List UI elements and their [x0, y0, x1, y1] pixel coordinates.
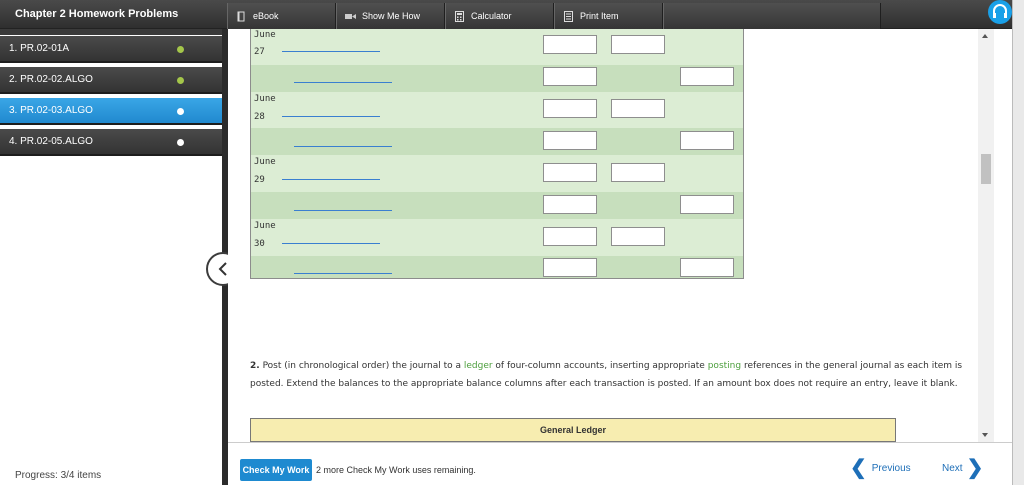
- journal-table: June 27 June 28 June 29 June 30: [250, 29, 744, 279]
- print-item-label: Print Item: [580, 11, 619, 21]
- toolbar: eBook Show Me How Calculator Print Item: [227, 3, 881, 29]
- scroll-up-icon[interactable]: [982, 34, 988, 38]
- journal-credit-row: [251, 65, 743, 92]
- print-item-button[interactable]: Print Item: [554, 3, 663, 29]
- date-month: June: [254, 94, 276, 104]
- date-month: June: [254, 157, 276, 167]
- calculator-label: Calculator: [471, 11, 512, 21]
- sidebar-item-label: 4. PR.02-05.ALGO: [9, 136, 93, 147]
- credit-amount-input[interactable]: [543, 258, 597, 277]
- date-day: 27: [254, 47, 265, 57]
- remaining-uses-text: 2 more Check My Work uses remaining.: [316, 465, 476, 475]
- book-icon: [237, 11, 245, 21]
- credit-amount-input[interactable]: [680, 131, 734, 150]
- account-title-field[interactable]: [294, 273, 392, 274]
- date-day: 28: [254, 112, 265, 122]
- journal-credit-row: [251, 128, 743, 155]
- chevron-left-icon: ❮: [850, 457, 867, 479]
- sidebar-item-label: 3. PR.02-03.ALGO: [9, 105, 93, 116]
- sidebar-item-pr-02-05-algo[interactable]: 4. PR.02-05.ALGO: [0, 129, 222, 156]
- sidebar-item-pr-02-02-algo[interactable]: 2. PR.02-02.ALGO: [0, 67, 222, 94]
- sidebar-strip: [0, 29, 224, 35]
- credit-amount-input[interactable]: [543, 195, 597, 214]
- debit-amount-input[interactable]: [611, 163, 665, 182]
- main-content: June 27 June 28 June 29 June 30 2. Post …: [228, 29, 1000, 442]
- previous-label: Previous: [871, 462, 911, 474]
- journal-debit-row: June 30: [251, 219, 743, 256]
- chevron-right-icon: ❯: [966, 457, 984, 479]
- debit-amount-input[interactable]: [543, 99, 597, 118]
- credit-amount-input[interactable]: [543, 131, 597, 150]
- previous-button[interactable]: ❮ Previous: [850, 457, 911, 479]
- pending-status-icon: [177, 139, 184, 146]
- account-title-field[interactable]: [294, 146, 392, 147]
- credit-amount-input[interactable]: [543, 67, 597, 86]
- next-label: Next: [942, 462, 963, 474]
- account-title-field[interactable]: [282, 116, 380, 117]
- question-instructions: 2. Post (in chronological order) the jou…: [250, 357, 978, 393]
- journal-credit-row: [251, 192, 743, 219]
- video-icon: [345, 13, 356, 19]
- account-title-field[interactable]: [282, 243, 380, 244]
- progress-text: Progress: 3/4 items: [15, 470, 102, 481]
- date-day: 30: [254, 239, 265, 249]
- current-status-icon: [177, 108, 184, 115]
- credit-amount-input[interactable]: [680, 195, 734, 214]
- debit-amount-input[interactable]: [543, 35, 597, 54]
- account-title-field[interactable]: [294, 82, 392, 83]
- calculator-button[interactable]: Calculator: [445, 3, 554, 29]
- footer-bar: Check My Work 2 more Check My Work uses …: [228, 442, 1012, 485]
- calculator-icon: [455, 10, 464, 22]
- ledger-glossary-link[interactable]: ledger: [464, 361, 493, 371]
- scroll-down-icon[interactable]: [982, 433, 988, 437]
- window-right-edge: [1012, 0, 1024, 485]
- print-icon: [564, 10, 573, 22]
- date-month: June: [254, 30, 276, 40]
- question-number: 2.: [250, 361, 260, 371]
- debit-amount-input[interactable]: [611, 99, 665, 118]
- ebook-button[interactable]: eBook: [227, 3, 336, 29]
- general-ledger-title: General Ledger: [539, 425, 607, 435]
- journal-debit-row: June 27: [251, 29, 743, 65]
- show-me-how-label: Show Me How: [362, 11, 421, 21]
- toolbar-spacer: [663, 3, 881, 29]
- journal-debit-row: June 29: [251, 155, 743, 192]
- debit-amount-input[interactable]: [543, 163, 597, 182]
- posting-glossary-link[interactable]: posting: [708, 361, 741, 371]
- account-title-field[interactable]: [282, 179, 380, 180]
- debit-amount-input[interactable]: [543, 227, 597, 246]
- credit-amount-input[interactable]: [680, 258, 734, 277]
- problem-sidebar: 1. PR.02-01A 2. PR.02-02.ALGO 3. PR.02-0…: [0, 29, 224, 485]
- debit-amount-input[interactable]: [611, 35, 665, 54]
- account-title-field[interactable]: [294, 210, 392, 211]
- date-day: 29: [254, 175, 265, 185]
- date-month: June: [254, 221, 276, 231]
- journal-debit-row: June 28: [251, 92, 743, 128]
- debit-amount-input[interactable]: [611, 227, 665, 246]
- app-window: Chapter 2 Homework Problems eBook Show M…: [0, 0, 1024, 485]
- headset-icon[interactable]: [988, 0, 1012, 24]
- top-bar: Chapter 2 Homework Problems eBook Show M…: [0, 0, 1012, 29]
- show-me-how-button[interactable]: Show Me How: [336, 3, 445, 29]
- ebook-label: eBook: [253, 11, 279, 21]
- scroll-thumb[interactable]: [981, 154, 991, 184]
- account-title-field[interactable]: [282, 51, 380, 52]
- content-scrollbar[interactable]: [978, 29, 994, 442]
- sidebar-item-label: 1. PR.02-01A: [9, 43, 70, 54]
- headset-glyph: [993, 4, 1007, 18]
- general-ledger-header[interactable]: General Ledger: [250, 418, 896, 442]
- credit-amount-input[interactable]: [680, 67, 734, 86]
- sidebar-item-pr-02-01a[interactable]: 1. PR.02-01A: [0, 36, 222, 63]
- journal-credit-row: [251, 256, 743, 278]
- question-text-middle: of four-column accounts, inserting appro…: [492, 361, 708, 371]
- question-text-start: Post (in chronological order) the journa…: [262, 361, 464, 371]
- complete-status-icon: [177, 46, 184, 53]
- check-my-work-button[interactable]: Check My Work: [240, 459, 312, 481]
- sidebar-item-pr-02-03-algo[interactable]: 3. PR.02-03.ALGO: [0, 98, 222, 125]
- sidebar-item-label: 2. PR.02-02.ALGO: [9, 74, 93, 85]
- next-button[interactable]: Next ❯: [942, 457, 984, 479]
- assignment-title: Chapter 2 Homework Problems: [15, 8, 179, 20]
- complete-status-icon: [177, 77, 184, 84]
